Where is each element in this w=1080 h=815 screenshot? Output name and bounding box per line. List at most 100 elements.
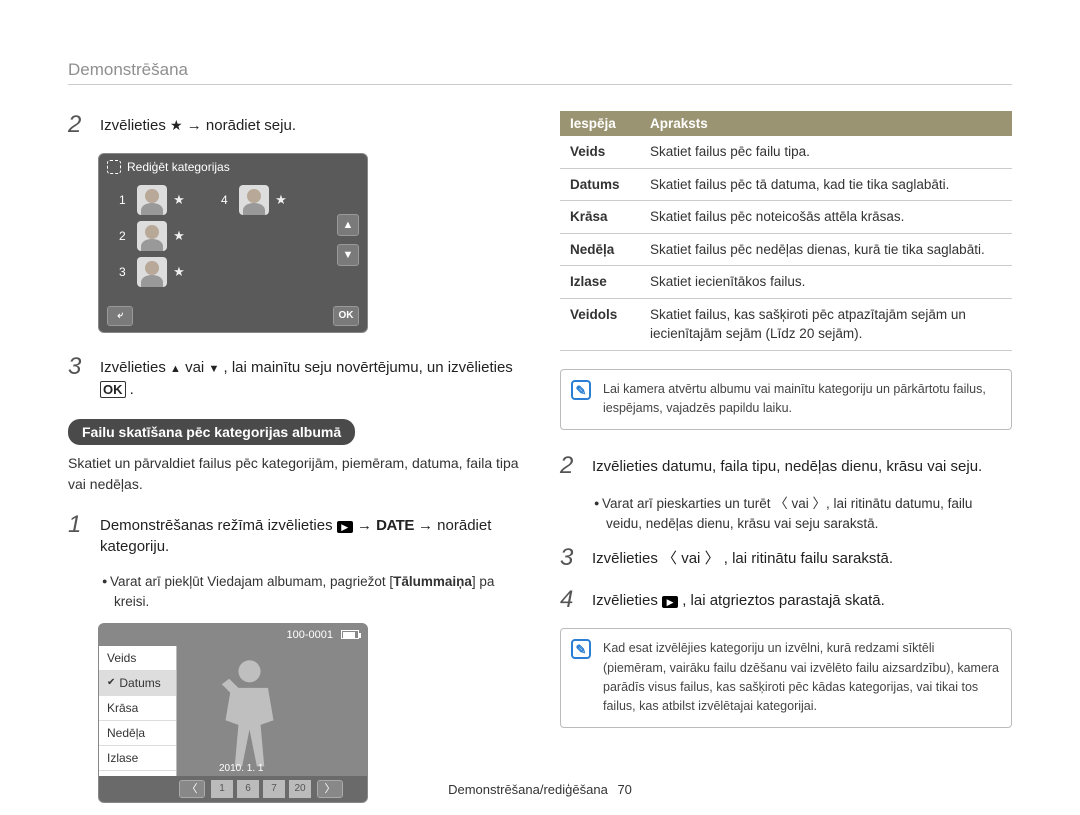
chevron-right-icon: 〉 xyxy=(813,496,827,511)
check-icon: ✔ xyxy=(107,677,115,688)
row-num: 1 xyxy=(119,193,133,207)
note-text: Kad esat izvēlējies kategoriju un izvēln… xyxy=(603,641,999,713)
t: Izvēlieties xyxy=(592,550,662,567)
step-text: Izvēlieties datumu, faila tipu, nedēļas … xyxy=(592,452,1012,478)
step-2: 2 Izvēlieties datumu, faila tipu, nedēļa… xyxy=(560,452,1012,480)
step-text: Izvēlieties 〈 vai 〉 , lai ritinātu failu… xyxy=(592,544,1012,570)
face-row: 2 ★ xyxy=(119,220,289,252)
face-thumb xyxy=(137,185,167,215)
play-box-icon: ▶ xyxy=(662,596,678,608)
cell-val: Skatiet iecienītākos failus. xyxy=(640,266,1012,299)
t: → norādiet seju. xyxy=(187,117,296,134)
cell-key: Veidols xyxy=(560,298,640,350)
cell-key: Izlase xyxy=(560,266,640,299)
menu-item-week[interactable]: Nedēļa xyxy=(99,721,176,746)
t: Izvēlieties xyxy=(592,592,662,609)
note-box: ✎ Kad esat izvēlējies kategoriju un izvē… xyxy=(560,628,1012,728)
step-4: 4 Izvēlieties ▶ , lai atgrieztos parasta… xyxy=(560,586,1012,614)
table-row: NedēļaSkatiet failus pēc nedēļas dienas,… xyxy=(560,233,1012,266)
label: Datums xyxy=(119,676,160,690)
table-row: VeidolsSkatiet failus, kas sašķiroti pēc… xyxy=(560,298,1012,350)
columns: 2 Izvēlieties ★ → norādiet seju. Rediģēt… xyxy=(68,111,1012,803)
cell-key: Nedēļa xyxy=(560,233,640,266)
step-text: Izvēlieties ★ → norādiet seju. xyxy=(100,111,520,137)
step-2: 2 Izvēlieties ★ → norādiet seju. xyxy=(68,111,520,139)
step-1: 1 Demonstrēšanas režīmā izvēlieties ▶ → … xyxy=(68,511,520,559)
t: , lai ritinātu failu sarakstā. xyxy=(724,550,893,567)
step-number: 1 xyxy=(68,511,92,539)
menu-item-color[interactable]: Krāsa xyxy=(99,696,176,721)
screenshot-title: Rediģēt kategorijas xyxy=(107,160,230,174)
t: vai xyxy=(185,359,208,376)
label: Veids xyxy=(107,651,136,665)
t: , lai mainītu seju novērtējumu, un izvēl… xyxy=(224,359,513,376)
step-text: Izvēlieties ▶ , lai atgrieztos parastajā… xyxy=(592,586,1012,612)
menu-item-date[interactable]: ✔ Datums xyxy=(99,671,176,696)
page-header: Demonstrēšana xyxy=(68,60,1012,85)
cell-key: Krāsa xyxy=(560,201,640,234)
table-row: DatumsSkatiet failus pēc tā datuma, kad … xyxy=(560,168,1012,201)
chevron-right-icon: 〉 xyxy=(705,550,720,567)
menu-item-type[interactable]: Veids xyxy=(99,646,176,671)
face-thumb xyxy=(239,185,269,215)
step-text: Demonstrēšanas režīmā izvēlieties ▶ → DA… xyxy=(100,511,520,559)
status-bar: 100-0001 xyxy=(287,629,360,641)
star-icon: ★ xyxy=(170,117,183,133)
date-label: 2010. 1. 1 xyxy=(219,763,263,774)
cell-val: Skatiet failus pēc noteicošās attēla krā… xyxy=(640,201,1012,234)
row-num: 4 xyxy=(221,193,235,207)
th-description: Apraksts xyxy=(640,111,1012,136)
right-column: Iespēja Apraksts VeidsSkatiet failus pēc… xyxy=(560,111,1012,803)
t: vai xyxy=(681,550,704,567)
body: Veids ✔Datums Krāsa Nedēļa Izlase Veidol… xyxy=(99,646,367,776)
step-number: 3 xyxy=(68,353,92,381)
bullet: Varat arī pieskarties un turēt 〈 vai 〉, … xyxy=(594,494,1012,535)
ok-button[interactable]: OK xyxy=(333,306,359,326)
cell-val: Skatiet failus pēc tā datuma, kad tie ti… xyxy=(640,168,1012,201)
face-row: 1 ★ 4 ★ xyxy=(119,184,289,216)
back-button[interactable]: ⤶ xyxy=(107,306,133,326)
step-number: 2 xyxy=(68,111,92,139)
cell-val: Skatiet failus pēc nedēļas dienas, kurā … xyxy=(640,233,1012,266)
category-menu: Veids ✔Datums Krāsa Nedēļa Izlase Veidol… xyxy=(99,646,177,776)
cell-val: Skatiet failus, kas sašķiroti pēc atpazī… xyxy=(640,298,1012,350)
note-box: ✎ Lai kamera atvērtu albumu vai mainītu … xyxy=(560,369,1012,430)
left-column: 2 Izvēlieties ★ → norādiet seju. Rediģēt… xyxy=(68,111,520,803)
cell-val: Skatiet failus pēc failu tipa. xyxy=(640,136,1012,168)
face-thumb xyxy=(137,221,167,251)
down-button[interactable]: ▼ xyxy=(337,244,359,266)
face-row: 3 ★ xyxy=(119,256,289,288)
menu-item-favorites[interactable]: Izlase xyxy=(99,746,176,771)
footer-text: Demonstrēšana/rediģēšana xyxy=(448,782,608,797)
t: . xyxy=(130,381,134,398)
screenshot-edit-categories: Rediģēt kategorijas 1 ★ 4 ★ 2 ★ xyxy=(98,153,368,333)
options-table: Iespēja Apraksts VeidsSkatiet failus pēc… xyxy=(560,111,1012,351)
up-button[interactable]: ▲ xyxy=(337,214,359,236)
t: , lai atgrieztos parastajā skatā. xyxy=(682,592,885,609)
t: Demonstrēšanas režīmā izvēlieties xyxy=(100,517,337,534)
label: Nedēļa xyxy=(107,726,145,740)
t: Izvēlieties xyxy=(100,117,170,134)
t: Izvēlieties xyxy=(100,359,170,376)
play-box-icon: ▶ xyxy=(337,521,353,533)
chevron-up-icon: ▲ xyxy=(170,363,181,375)
bold: Tālummaiņa xyxy=(393,574,472,589)
table-row: KrāsaSkatiet failus pēc noteicošās attēl… xyxy=(560,201,1012,234)
note-icon: ✎ xyxy=(571,380,591,400)
preview-image xyxy=(177,646,367,776)
star-icon: ★ xyxy=(171,192,187,208)
step-3: 3 Izvēlieties 〈 vai 〉 , lai ritinātu fai… xyxy=(560,544,1012,572)
up-down-nav: ▲ ▼ xyxy=(337,214,359,274)
step-3: 3 Izvēlieties ▲ vai ▼ , lai mainītu seju… xyxy=(68,353,520,401)
label: Krāsa xyxy=(107,701,138,715)
star-icon: ★ xyxy=(171,264,187,280)
file-counter: 100-0001 xyxy=(287,629,334,641)
table-row: IzlaseSkatiet iecienītākos failus. xyxy=(560,266,1012,299)
step-number: 2 xyxy=(560,452,584,480)
cell-key: Veids xyxy=(560,136,640,168)
bottom-bar: ⤶ OK xyxy=(107,306,359,326)
row-num: 2 xyxy=(119,229,133,243)
bullet: Varat arī piekļūt Viedajam albumam, pagr… xyxy=(102,572,520,613)
table-row: VeidsSkatiet failus pēc failu tipa. xyxy=(560,136,1012,168)
table-header-row: Iespēja Apraksts xyxy=(560,111,1012,136)
